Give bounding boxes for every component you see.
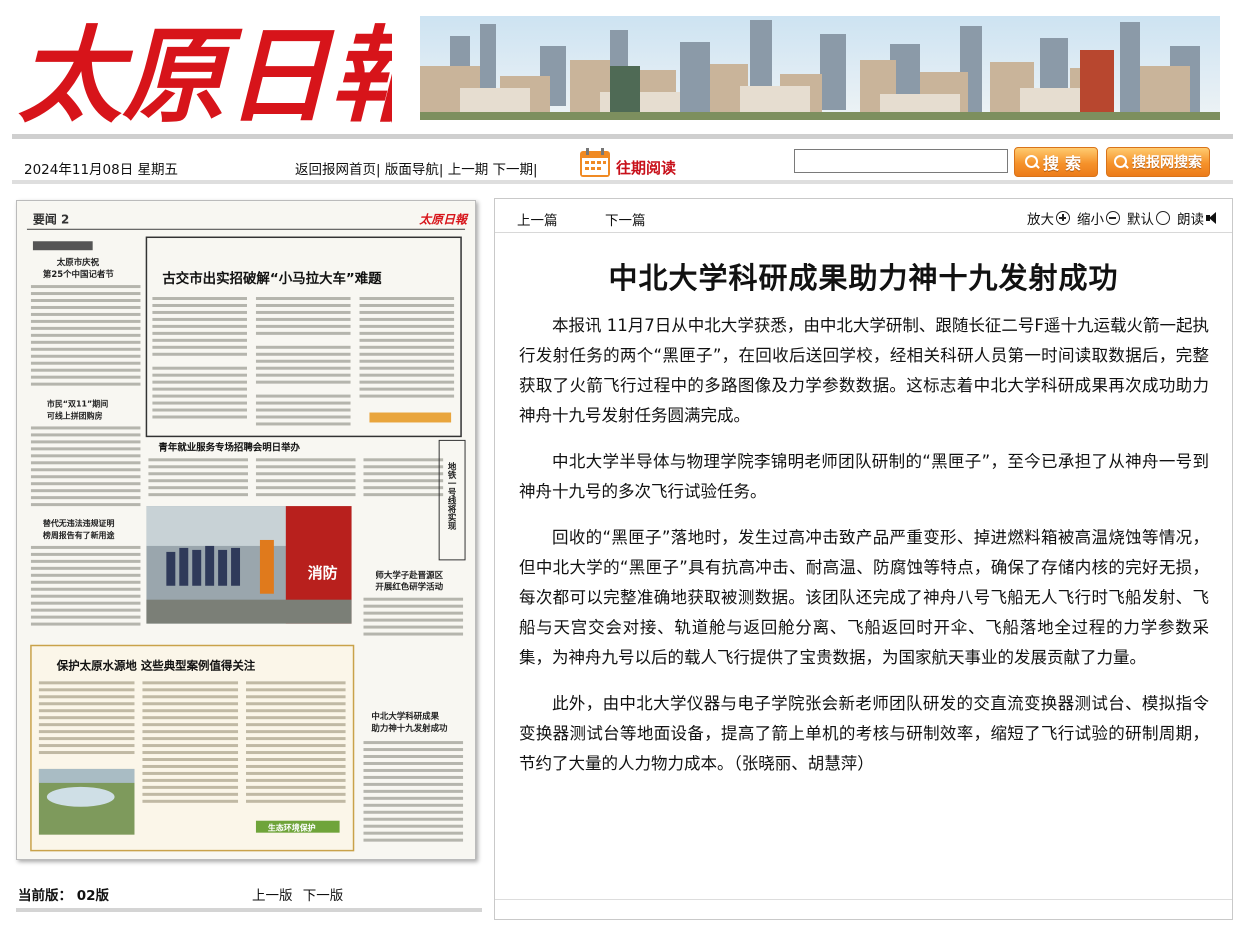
read-aloud-button[interactable]: 朗读 <box>1177 208 1222 228</box>
speaker-icon <box>1206 211 1222 225</box>
calendar-icon[interactable] <box>578 147 612 179</box>
zoom-in-button[interactable]: 放大 <box>1027 208 1070 228</box>
article-body: 本报讯 11月7日从中北大学获悉，由中北大学研制、跟随长征二号F遥十九运载火箭一… <box>519 311 1209 795</box>
paper-headline-left3: 替代无违法违规证明 <box>43 518 115 528</box>
site-search-button[interactable]: 搜报网搜索 <box>1106 147 1210 177</box>
site-search-icon <box>1114 155 1128 169</box>
paper-headline-left1: 太原市庆祝 <box>56 257 100 267</box>
current-edition: 当前版： 02版 <box>18 884 109 904</box>
article-tools: 放大 缩小 默认 朗读 <box>1023 208 1222 228</box>
svg-text:消防: 消防 <box>308 564 338 582</box>
edition-navigation: 上一版 下一版 <box>252 884 349 904</box>
archive-link[interactable]: 往期阅读 <box>616 157 676 178</box>
zoom-out-icon <box>1106 211 1120 225</box>
paper-headline-vertical: 地铁一号线将实现 <box>447 462 457 531</box>
default-size-icon <box>1156 211 1170 225</box>
paper-headline-cnu: 中北大学科研成果 <box>371 711 439 721</box>
issue-navigation: 返回报网首页| 版面导航| 上一期 下一期| <box>295 158 538 178</box>
search-input[interactable] <box>794 149 1008 173</box>
zoom-out-label: 缩小 <box>1077 212 1104 228</box>
prev-article-link[interactable]: 上一篇 <box>517 209 558 229</box>
paper-headline-teachers: 师大学子赴晋源区 <box>375 570 443 580</box>
current-edition-value: 02版 <box>76 888 109 904</box>
paper-photo-fire-drill: 消防 <box>146 506 352 624</box>
paper-page-label: 要闻 2 <box>33 211 69 226</box>
newspaper-logo-calligraphy: 太原日報 <box>18 14 448 137</box>
read-aloud-label: 朗读 <box>1177 212 1204 228</box>
top-toolbar: 2024年11月08日 星期五 返回报网首页| 版面导航| 上一期 下一期| 往… <box>12 134 1233 184</box>
search-button-label: 搜索 <box>1042 154 1087 173</box>
zoom-in-icon <box>1056 211 1070 225</box>
prev-edition-link[interactable]: 上一版 <box>252 888 293 904</box>
default-size-label: 默认 <box>1127 212 1154 228</box>
article-bottom-divider <box>495 899 1232 900</box>
article-paragraph: 中北大学半导体与物理学院李锦明老师团队研制的“黑匣子”，至今已承担了从神舟一号到… <box>519 452 1209 501</box>
paper-page-logo: 太原日報 <box>418 212 469 226</box>
svg-text:太原日報: 太原日報 <box>18 14 392 132</box>
paper-photo-reservoir <box>38 768 135 835</box>
newspaper-logo[interactable]: 太原日報 <box>14 6 448 137</box>
paper-headline-left2b: 可线上拼团购房 <box>47 410 103 420</box>
search-button[interactable]: 搜索 <box>1014 147 1098 177</box>
next-issue-link[interactable]: 下一期| <box>493 162 538 178</box>
next-article-link[interactable]: 下一篇 <box>605 209 646 229</box>
search-icon <box>1024 155 1039 169</box>
article-paragraph: 回收的“黑匣子”落地时，发生过高冲击致产品严重变形、掉进燃料箱被高温烧蚀等情况，… <box>519 528 1209 667</box>
paper-eco-tag: 生态环境保护 <box>268 823 316 833</box>
article-paragraph: 此外，由中北大学仪器与电子学院张会新老师团队研发的交直流变换器测试台、模拟指令变… <box>519 694 1209 773</box>
home-link[interactable]: 返回报网首页| <box>295 162 381 178</box>
zoom-out-button[interactable]: 缩小 <box>1077 208 1120 228</box>
current-edition-label: 当前版： <box>18 888 72 904</box>
paper-headline-left3b: 榜周报告有了新用途 <box>43 530 116 540</box>
paper-headline-jobs: 青年就业服务专场招聘会明日举办 <box>158 441 300 453</box>
next-edition-link[interactable]: 下一版 <box>303 888 344 904</box>
article-paragraph: 本报讯 11月7日从中北大学获悉，由中北大学研制、跟随长征二号F遥十九运载火箭一… <box>519 316 1209 425</box>
paper-headline-teachers2: 开展红色研学活动 <box>375 582 443 592</box>
newspaper-page-image[interactable]: 要闻 2 太原日報 太原市庆祝 第25个中国记者节 市民“双11”期间 可线上拼… <box>16 200 476 860</box>
paper-main-headline: 古交市出实招破解“小马拉大车”难题 <box>162 270 382 287</box>
zoom-in-label: 放大 <box>1027 212 1054 228</box>
newspaper-page-panel: 要闻 2 太原日報 太原市庆祝 第25个中国记者节 市民“双11”期间 可线上拼… <box>12 196 485 916</box>
article-panel: 上一篇 下一篇 放大 缩小 默认 朗读 中北大学科研成果助力神十九发射成功 本报… <box>494 198 1233 920</box>
issue-date: 2024年11月08日 星期五 <box>24 162 179 178</box>
paper-headline-cnu2: 助力神十九发射成功 <box>371 723 448 733</box>
article-toolbar: 上一篇 下一篇 放大 缩小 默认 朗读 <box>495 199 1232 233</box>
masthead: 太原日報 <box>0 0 1247 137</box>
paper-headline-water: 保护太原水源地 这些典型案例值得关注 <box>56 658 256 672</box>
city-skyline-banner <box>420 16 1220 120</box>
default-size-button[interactable]: 默认 <box>1127 208 1170 228</box>
paper-headline-left1b: 第25个中国记者节 <box>43 269 114 279</box>
paper-headline-left2: 市民“双11”期间 <box>47 399 108 409</box>
site-search-button-label: 搜报网搜索 <box>1132 155 1202 171</box>
article-title: 中北大学科研成果助力神十九发射成功 <box>608 261 1119 295</box>
prev-issue-link[interactable]: 上一期 <box>448 162 489 178</box>
page-nav-link[interactable]: 版面导航| <box>385 162 444 178</box>
panel-divider <box>16 908 482 912</box>
